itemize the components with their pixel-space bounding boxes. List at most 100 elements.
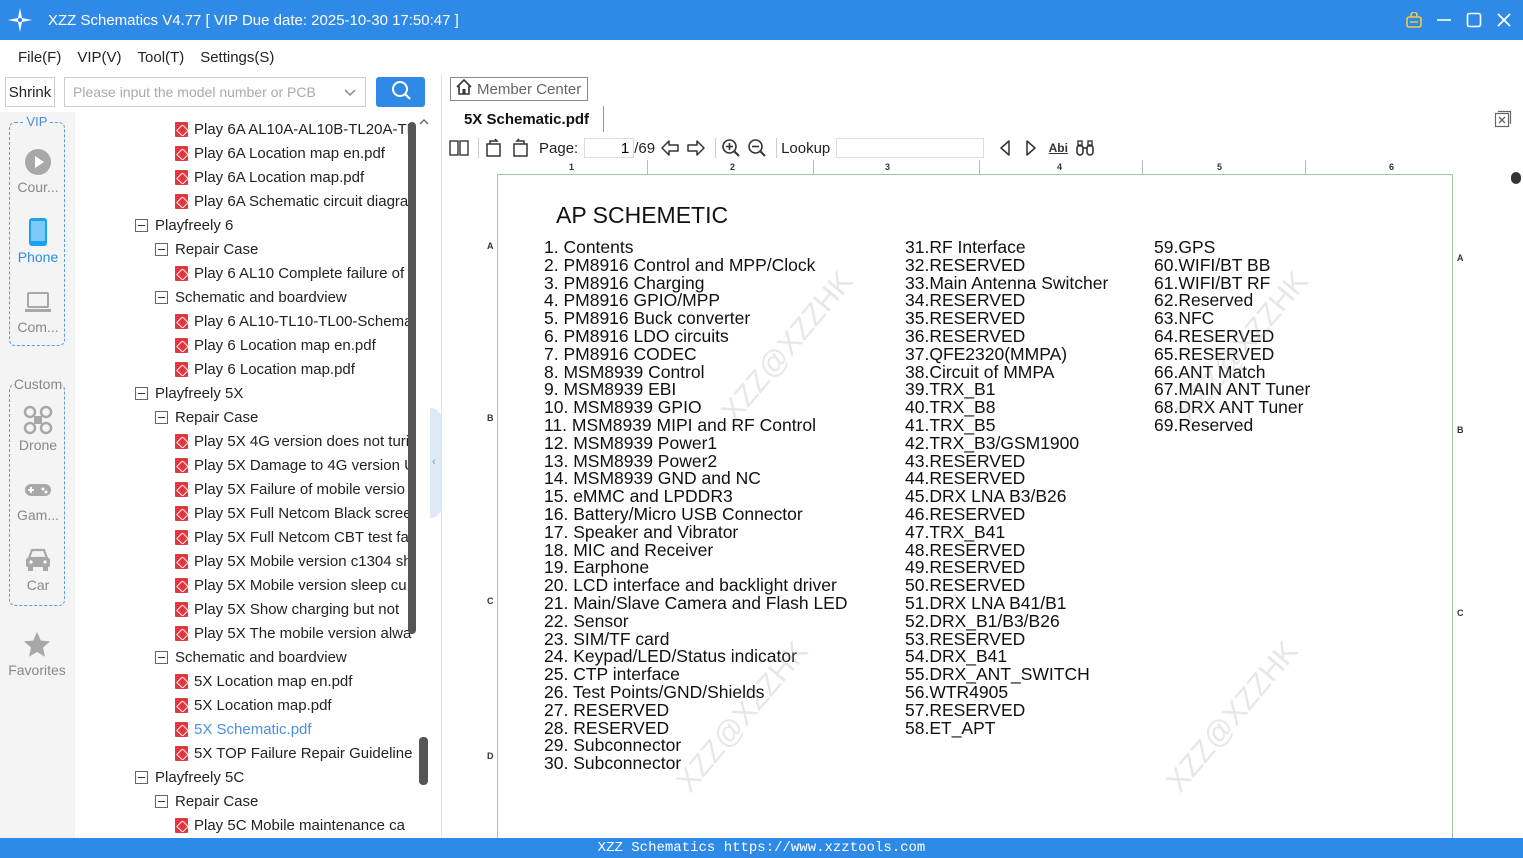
rail-item-games[interactable]: Gam... bbox=[10, 471, 66, 531]
search-combobox[interactable] bbox=[64, 77, 366, 107]
two-page-view-icon[interactable] bbox=[448, 137, 470, 159]
toolbar-separator bbox=[776, 138, 778, 158]
vip-group: VIP Cour... Phone Com... bbox=[9, 114, 66, 346]
tree-item-label: Play 6A Location map.pdf bbox=[194, 168, 365, 186]
rail-item-computer[interactable]: Com... bbox=[10, 283, 66, 343]
tree-folder[interactable]: Playfreely 5X bbox=[135, 381, 243, 405]
search-button[interactable] bbox=[376, 77, 425, 107]
tree-item-label: Playfreely 5C bbox=[155, 768, 245, 786]
member-center-button[interactable]: Member Center bbox=[450, 77, 588, 101]
menu-settings[interactable]: Settings(S) bbox=[200, 49, 274, 66]
maximize-icon[interactable] bbox=[1465, 11, 1483, 29]
menu-file[interactable]: File(F) bbox=[18, 49, 61, 66]
ruler-number: 3 bbox=[885, 162, 891, 172]
menu-vip[interactable]: VIP(V) bbox=[77, 49, 121, 66]
close-icon[interactable] bbox=[1495, 11, 1513, 29]
page-number-input[interactable] bbox=[584, 138, 635, 158]
tree-item-label: Play 5X Show charging but not bbox=[194, 600, 400, 618]
toc-entry: 12. MSM8939 Power1 bbox=[544, 432, 718, 453]
tree-folder[interactable]: Repair Case bbox=[155, 789, 258, 813]
tree-scrollbar[interactable] bbox=[418, 112, 430, 838]
rotate-left-icon[interactable] bbox=[509, 137, 531, 159]
tree-file[interactable]: Play 5X Mobile version c1304 sh bbox=[175, 549, 412, 573]
binoculars-icon[interactable] bbox=[1074, 137, 1096, 159]
viewer-scrollbar[interactable] bbox=[1509, 162, 1523, 838]
next-page-icon[interactable] bbox=[685, 137, 707, 159]
lookup-input[interactable] bbox=[836, 138, 985, 158]
tree-file[interactable]: Play 5X Failure of mobile versio bbox=[175, 477, 405, 501]
shrink-button[interactable]: Shrink bbox=[5, 77, 55, 107]
tree-folder[interactable]: Playfreely 6 bbox=[135, 213, 233, 237]
tree-folder[interactable]: Playfreely 5C bbox=[135, 765, 244, 789]
tree-item-label: Play 5X Mobile version c1304 sh bbox=[194, 552, 412, 570]
tree-file[interactable]: Play 6 Location map en.pdf bbox=[175, 333, 376, 357]
toc-column-1: 1. Contents 2. PM8916 Control and MPP/Clo… bbox=[544, 238, 847, 773]
tree-file[interactable]: 5X Location map en.pdf bbox=[175, 669, 352, 693]
search-input[interactable] bbox=[73, 84, 333, 100]
collapse-icon[interactable] bbox=[155, 410, 168, 424]
collapse-icon[interactable] bbox=[135, 218, 148, 232]
collapse-icon[interactable] bbox=[155, 290, 168, 304]
rail-item-courses[interactable]: Cour... bbox=[10, 143, 66, 203]
tree-file[interactable]: Play 6A Schematic circuit diagra bbox=[175, 189, 408, 213]
previous-page-icon[interactable] bbox=[659, 137, 681, 159]
window-controls bbox=[1405, 0, 1513, 40]
tree-file[interactable]: Play 5X Show charging but not bbox=[175, 597, 399, 621]
tree-file[interactable]: 5X TOP Failure Repair Guideline bbox=[175, 741, 412, 765]
close-tabs-icon[interactable] bbox=[1494, 110, 1512, 128]
collapse-icon[interactable] bbox=[155, 242, 168, 256]
minimize-icon[interactable] bbox=[1435, 11, 1453, 29]
toc-entry: 69.Reserved bbox=[1154, 414, 1254, 435]
tree-folder[interactable]: Repair Case bbox=[155, 405, 258, 429]
tree-file[interactable]: Play 5X Full Netcom CBT test fai bbox=[175, 525, 412, 549]
rail-item-label: Gam... bbox=[16, 507, 59, 523]
tree-item-label: 5X Schematic.pdf bbox=[194, 720, 312, 738]
tree-file[interactable]: Play 5X Mobile version sleep cu bbox=[175, 573, 407, 597]
tree-file[interactable]: Play 5X Full Netcom Black scree bbox=[175, 501, 412, 525]
tree-item-label: Schematic and boardview bbox=[175, 288, 347, 306]
menu-tool[interactable]: Tool(T) bbox=[138, 49, 185, 66]
chevron-down-icon[interactable] bbox=[343, 85, 357, 102]
rail-item-drone[interactable]: Drone bbox=[10, 401, 66, 461]
rail-item-label: Favorites bbox=[8, 662, 66, 678]
tree-folder[interactable]: Schematic and boardview bbox=[155, 285, 347, 309]
tree-file[interactable]: Play 5X 4G version does not turi bbox=[175, 429, 409, 453]
tree-file[interactable]: 5X Schematic.pdf bbox=[175, 717, 312, 741]
collapse-icon[interactable] bbox=[135, 770, 148, 784]
tree-horizontal-scroll-thumb[interactable] bbox=[408, 122, 416, 634]
tree-scroll-thumb[interactable] bbox=[419, 737, 428, 785]
collapse-icon[interactable] bbox=[135, 386, 148, 400]
tree-file[interactable]: Play 6A Location map en.pdf bbox=[175, 141, 385, 165]
phone-icon bbox=[23, 217, 53, 247]
tree-file[interactable]: Play 5X The mobile version alwa bbox=[175, 621, 411, 645]
rail-item-favorites[interactable]: Favorites bbox=[7, 626, 67, 686]
rail-item-label: Phone bbox=[17, 249, 59, 265]
tree-file[interactable]: Play 6 AL10 Complete failure of bbox=[175, 261, 404, 285]
tree-file[interactable]: Play 6A Location map.pdf bbox=[175, 165, 364, 189]
tree-file[interactable]: Play 5C Mobile maintenance ca bbox=[175, 813, 405, 837]
viewer-scroll-thumb[interactable] bbox=[1511, 172, 1521, 184]
lock-icon[interactable] bbox=[1405, 11, 1423, 29]
rail-item-car[interactable]: Car bbox=[10, 541, 66, 601]
find-next-icon[interactable] bbox=[1020, 137, 1042, 159]
find-previous-icon[interactable] bbox=[994, 137, 1016, 159]
tree-file[interactable]: Play 6A AL10A-AL10B-TL20A-TL bbox=[175, 117, 415, 141]
tree-folder[interactable]: Schematic and boardview bbox=[155, 645, 347, 669]
collapse-icon[interactable] bbox=[155, 794, 168, 808]
rail-item-phone[interactable]: Phone bbox=[10, 213, 66, 273]
tree-file[interactable]: Play 5X Damage to 4G version U bbox=[175, 453, 415, 477]
tab-5x-schematic[interactable]: 5X Schematic.pdf bbox=[450, 106, 604, 132]
collapse-icon[interactable] bbox=[155, 650, 168, 664]
toc-entry: 7. PM8916 CODEC bbox=[544, 343, 697, 364]
match-case-icon[interactable]: Abi bbox=[1046, 137, 1070, 159]
tree-file[interactable]: Play 6 AL10-TL10-TL00-Schema bbox=[175, 309, 412, 333]
tree-item-label: Playfreely 5X bbox=[155, 384, 244, 402]
zoom-in-icon[interactable] bbox=[720, 137, 742, 159]
rotate-right-icon[interactable] bbox=[483, 137, 505, 159]
tree-file[interactable]: Play 6 Location map.pdf bbox=[175, 357, 355, 381]
zoom-out-icon[interactable] bbox=[746, 137, 768, 159]
tree-folder[interactable]: Repair Case bbox=[155, 237, 258, 261]
tree-item-label: Play 5X 4G version does not turi bbox=[194, 432, 410, 450]
tree-file[interactable]: 5X Location map.pdf bbox=[175, 693, 332, 717]
scroll-up-icon[interactable] bbox=[418, 114, 430, 126]
